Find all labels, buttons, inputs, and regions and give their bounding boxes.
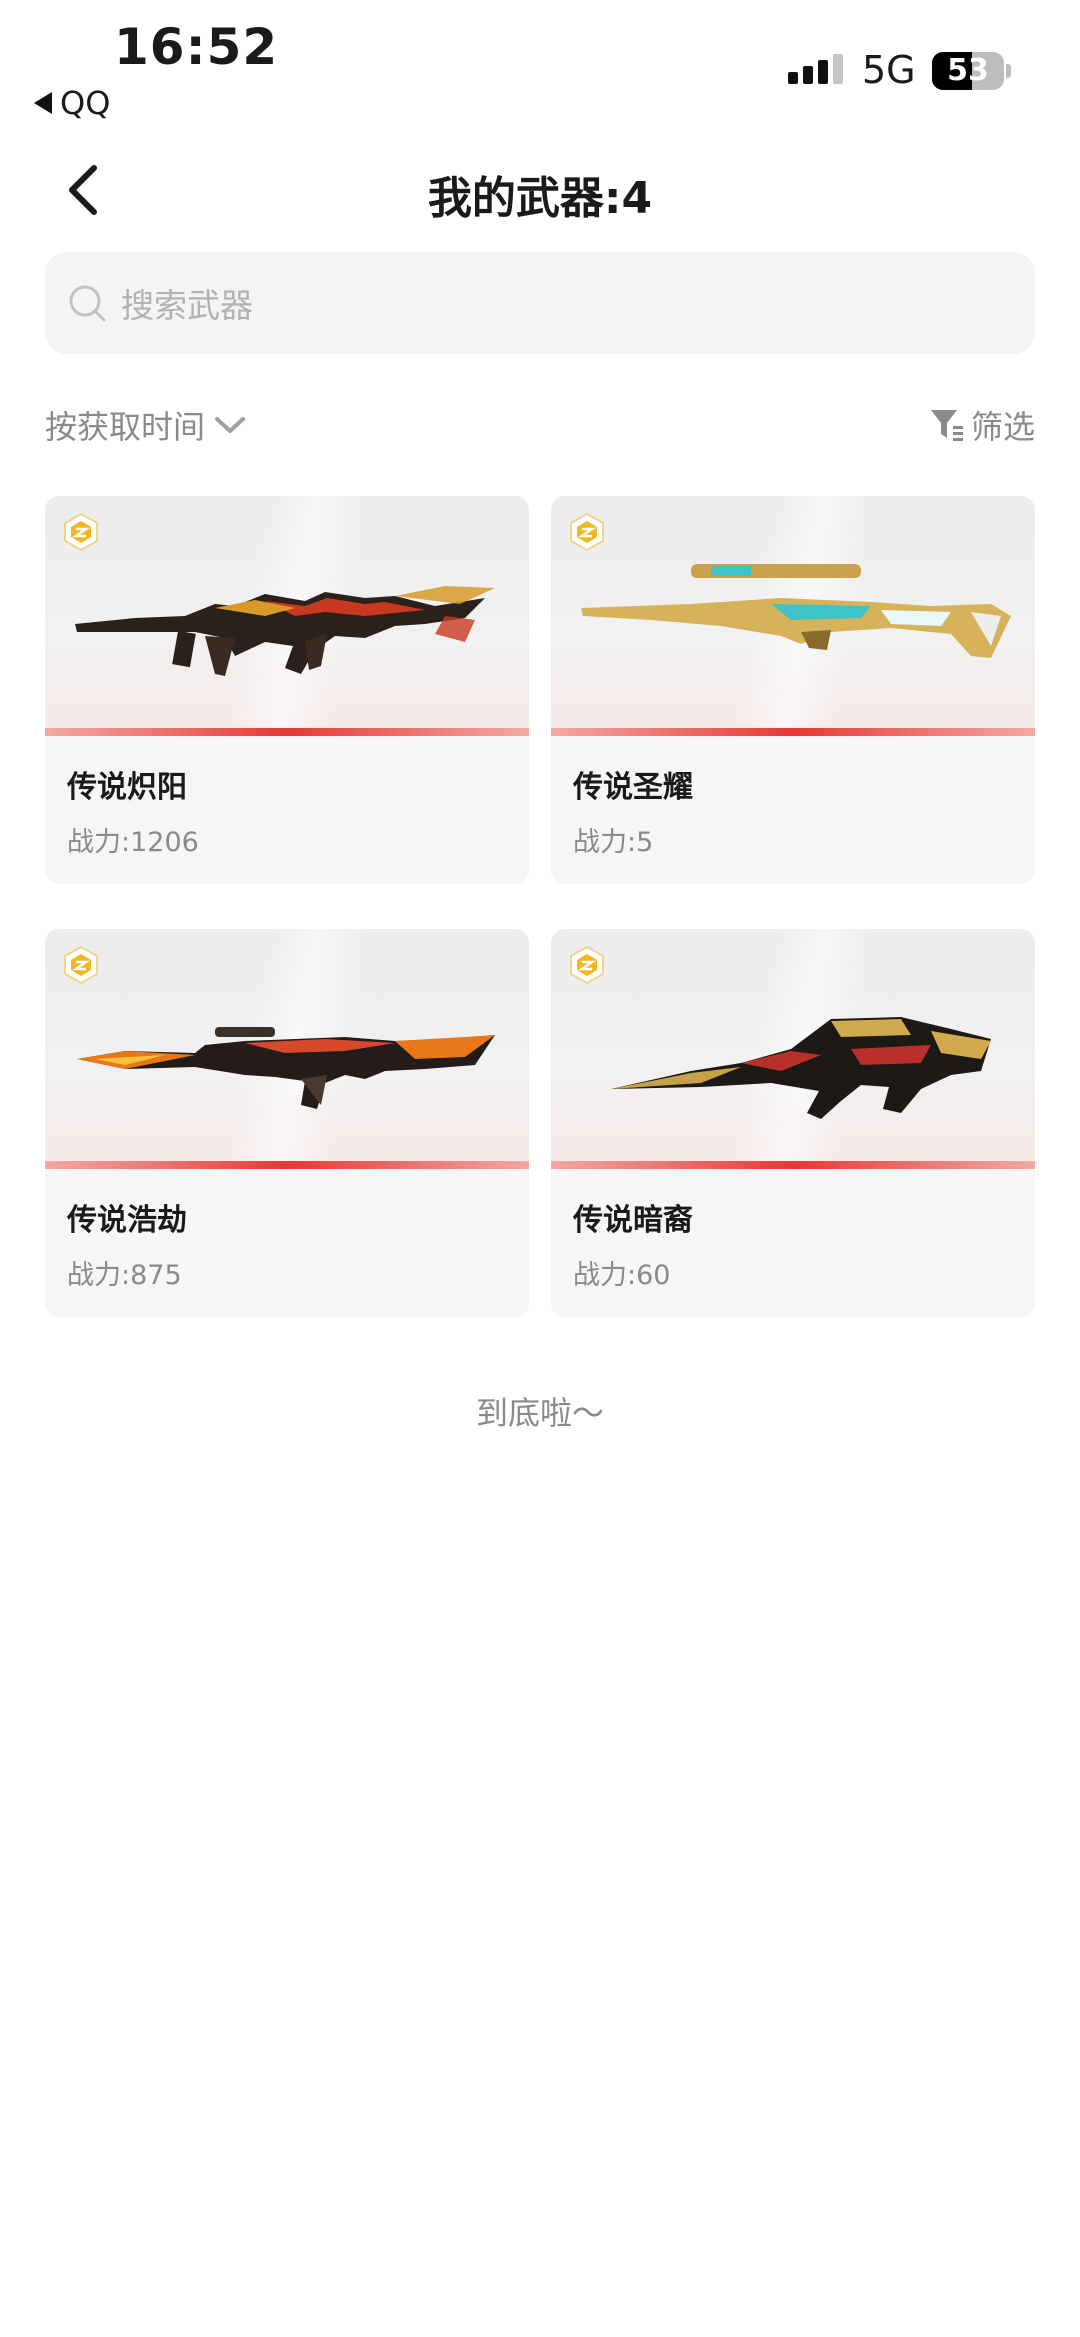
filter-label: 筛选	[970, 408, 1035, 446]
weapon-name: 传说浩劫	[67, 1203, 187, 1238]
weapon-image	[45, 929, 529, 1169]
weapon-image	[551, 929, 1035, 1169]
sort-dropdown[interactable]: 按获取时间	[45, 402, 247, 448]
weapon-power: 战力:5	[573, 827, 654, 858]
weapon-name: 传说圣耀	[573, 770, 693, 805]
back-triangle-icon	[34, 92, 52, 114]
weapon-name: 传说炽阳	[67, 770, 187, 805]
weapon-card[interactable]: 传说炽阳 战力:1206	[45, 496, 529, 884]
weapon-power: 战力:875	[67, 1260, 182, 1291]
weapon-image	[45, 496, 529, 736]
search-placeholder: 搜索武器	[121, 286, 253, 325]
weapon-name: 传说暗裔	[573, 1203, 693, 1238]
weapon-power: 战力:60	[573, 1260, 671, 1291]
search-icon	[69, 285, 106, 322]
back-app-label: QQ	[60, 84, 111, 122]
status-time: 16:52	[114, 18, 279, 76]
weapon-card[interactable]: 传说暗裔 战力:60	[551, 929, 1035, 1317]
sort-label: 按获取时间	[45, 408, 206, 446]
back-to-app-link[interactable]: QQ	[34, 84, 110, 122]
signal-icon	[788, 54, 843, 84]
page-title: 我的武器:4	[427, 173, 653, 224]
battery-cap	[1006, 64, 1011, 78]
filter-funnel-icon	[930, 410, 963, 441]
filter-button[interactable]: 筛选	[929, 402, 1035, 448]
assault-rifle-illustration	[611, 1017, 991, 1119]
chevron-down-icon	[215, 417, 246, 433]
rifle-illustration	[75, 586, 495, 676]
battery-level: 53	[947, 53, 989, 88]
network-type: 5G	[862, 48, 916, 92]
rifle-illustration	[77, 1027, 495, 1109]
weapon-card[interactable]: 传说浩劫 战力:875	[45, 929, 529, 1317]
end-of-list-text: 到底啦～	[475, 1394, 604, 1432]
sniper-rifle-illustration	[581, 564, 1011, 658]
battery-icon: 53	[932, 52, 1004, 90]
search-input[interactable]: 搜索武器	[45, 252, 1035, 354]
weapon-power: 战力:1206	[67, 827, 199, 858]
weapon-image	[551, 496, 1035, 736]
weapon-card[interactable]: 传说圣耀 战力:5	[551, 496, 1035, 884]
